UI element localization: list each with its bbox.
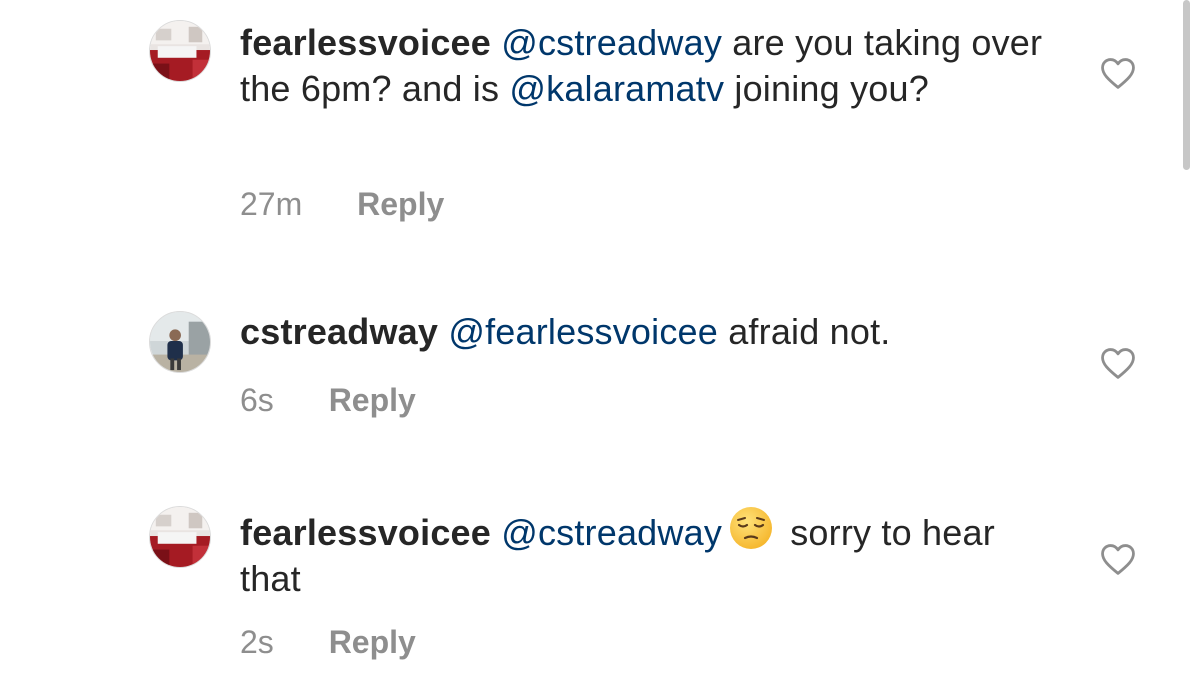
heart-icon[interactable] bbox=[1099, 542, 1137, 576]
comment-body: fearlessvoicee @cstreadway are you takin… bbox=[240, 20, 1060, 112]
comment-timestamp: 27m bbox=[240, 186, 303, 222]
avatar[interactable] bbox=[149, 506, 211, 568]
comment-meta: 6s Reply bbox=[240, 380, 416, 420]
comment-mention[interactable]: @kalaramatv bbox=[509, 68, 724, 109]
comment-mention[interactable]: @cstreadway bbox=[501, 512, 722, 553]
pensive-face-emoji-icon bbox=[728, 505, 774, 551]
room-photo-icon bbox=[150, 21, 210, 81]
comments-thread: fearlessvoicee @cstreadway are you takin… bbox=[0, 0, 1200, 675]
comment-username[interactable]: fearlessvoicee bbox=[240, 512, 491, 553]
avatar[interactable] bbox=[149, 20, 211, 82]
comment-mention[interactable]: @fearlessvoicee bbox=[448, 311, 718, 352]
heart-icon[interactable] bbox=[1099, 346, 1137, 380]
reply-button[interactable]: Reply bbox=[329, 380, 416, 420]
comment-meta: 2s Reply bbox=[240, 622, 416, 662]
comment-body: fearlessvoicee @cstreadway sorry to hear bbox=[240, 505, 1060, 602]
reply-button[interactable]: Reply bbox=[329, 622, 416, 662]
comment-meta: 27m Reply bbox=[240, 184, 444, 224]
comment-body: cstreadway @fearlessvoicee afraid not. bbox=[240, 309, 1060, 355]
avatar[interactable] bbox=[149, 311, 211, 373]
room-photo-icon bbox=[150, 507, 210, 567]
scrollbar[interactable] bbox=[1183, 0, 1190, 170]
comment-mention[interactable]: @cstreadway bbox=[501, 22, 722, 63]
heart-icon[interactable] bbox=[1099, 56, 1137, 90]
comment-text: afraid not. bbox=[718, 311, 891, 352]
comment-text: joining you? bbox=[724, 68, 929, 109]
comment-timestamp: 2s bbox=[240, 624, 274, 660]
comment-timestamp: 6s bbox=[240, 382, 274, 418]
reply-button[interactable]: Reply bbox=[357, 184, 444, 224]
comment-username[interactable]: cstreadway bbox=[240, 311, 438, 352]
comment-username[interactable]: fearlessvoicee bbox=[240, 22, 491, 63]
person-photo-icon bbox=[150, 312, 210, 372]
